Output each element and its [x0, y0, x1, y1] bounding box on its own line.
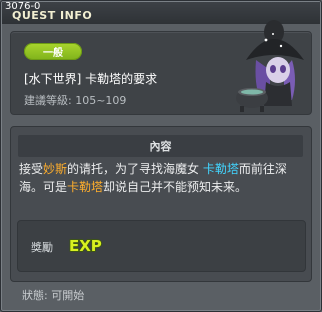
status-label: 狀態: — [22, 289, 48, 302]
quest-header-panel: 一般 [水下世界] 卡勒塔的要求 建議等級: 105~109 — [10, 20, 312, 115]
npc-name-link: 妙斯 — [43, 162, 68, 176]
sea-witch-portrait-icon — [236, 20, 304, 112]
desc-text: 却说自己并不能预知未来。 — [103, 180, 248, 194]
desc-text: 接受 — [19, 162, 44, 176]
exp-icon: EXP — [68, 236, 102, 256]
quest-info-window: 3076-0 QUEST INFO 一般 [水下世界] 卡勒塔的要求 建議等級:… — [0, 0, 322, 312]
window-title: QUEST INFO — [12, 9, 93, 22]
level-label: 建議等級: — [24, 94, 72, 107]
quest-description: 接受妙斯的请托，为了寻找海魔女 卡勒塔而前往深海。可是卡勒塔却说自己并不能预知未… — [19, 160, 305, 196]
exp-icon-text: EXP — [69, 237, 102, 255]
quest-name: [水下世界] 卡勒塔的要求 — [24, 72, 158, 86]
status-value: 可開始 — [51, 289, 85, 302]
npc-name-link: 卡勒塔 — [67, 180, 104, 194]
desc-text: 的请托，为了寻找海魔女 — [67, 162, 203, 176]
reward-box: 獎勵 EXP — [17, 220, 306, 272]
content-section-header: 內容 — [18, 135, 303, 157]
quest-body-panel: 內容 接受妙斯的请托，为了寻找海魔女 卡勒塔而前往深海。可是卡勒塔却说自己并不能… — [10, 126, 312, 282]
recommended-level: 建議等級: 105~109 — [24, 92, 126, 108]
npc-name-link: 卡勒塔 — [202, 162, 239, 176]
category-badge: 一般 — [24, 43, 82, 60]
quest-status: 狀態: 可開始 — [22, 287, 84, 303]
level-range: 105~109 — [75, 94, 127, 107]
reward-label: 獎勵 — [31, 241, 53, 254]
